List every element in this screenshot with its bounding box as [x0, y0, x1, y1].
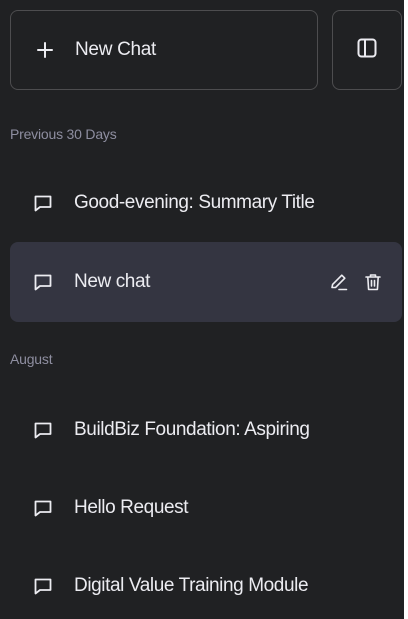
sidebar-toggle-icon — [356, 37, 378, 64]
chat-bubble-icon — [32, 419, 54, 441]
chat-history-item[interactable]: BuildBiz Foundation: Aspiring — [10, 390, 402, 470]
trash-icon[interactable] — [362, 271, 384, 293]
chat-title-text: Digital Value Training Module — [74, 575, 309, 596]
chat-title-text: BuildBiz Foundation: Aspiring — [74, 419, 310, 440]
plus-icon — [33, 38, 57, 62]
chat-history-item-title: Hello Request — [74, 497, 402, 519]
chat-title-text: New chat — [74, 271, 151, 292]
title-fade — [362, 419, 402, 441]
title-fade — [362, 575, 402, 597]
chat-bubble-icon — [32, 497, 54, 519]
chat-history-item-title: New chat — [74, 271, 328, 293]
chat-history-item-title: Digital Value Training Module — [74, 575, 402, 597]
chat-history-item-title: BuildBiz Foundation: Aspiring — [74, 419, 402, 441]
sidebar-top-row: New Chat — [10, 10, 402, 90]
chat-history-item-active[interactable]: New chat — [10, 242, 402, 322]
right-edge-strip — [404, 0, 408, 619]
chat-bubble-icon — [32, 192, 54, 214]
chat-history-item[interactable]: Good-evening: Summary Title — [10, 163, 402, 243]
new-chat-label: New Chat — [75, 39, 157, 60]
new-chat-button[interactable]: New Chat — [10, 10, 318, 90]
chat-history-item-title: Good-evening: Summary Title — [74, 192, 402, 214]
chat-history-item[interactable]: Digital Value Training Module — [10, 546, 402, 619]
chat-history-item[interactable]: Hello Request — [10, 468, 402, 548]
chat-bubble-icon — [32, 271, 54, 293]
sidebar: New Chat Previous 30 Days Good-evening: … — [0, 0, 404, 619]
chat-bubble-icon — [32, 575, 54, 597]
chat-title-text: Hello Request — [74, 497, 189, 518]
section-header-previous-30-days: Previous 30 Days — [10, 126, 117, 142]
chat-item-actions — [328, 271, 384, 293]
title-fade — [362, 192, 402, 214]
sidebar-toggle-button[interactable] — [332, 10, 402, 90]
section-header-august: August — [10, 351, 53, 367]
pencil-icon[interactable] — [328, 271, 350, 293]
chat-title-text: Good-evening: Summary Title — [74, 192, 315, 213]
